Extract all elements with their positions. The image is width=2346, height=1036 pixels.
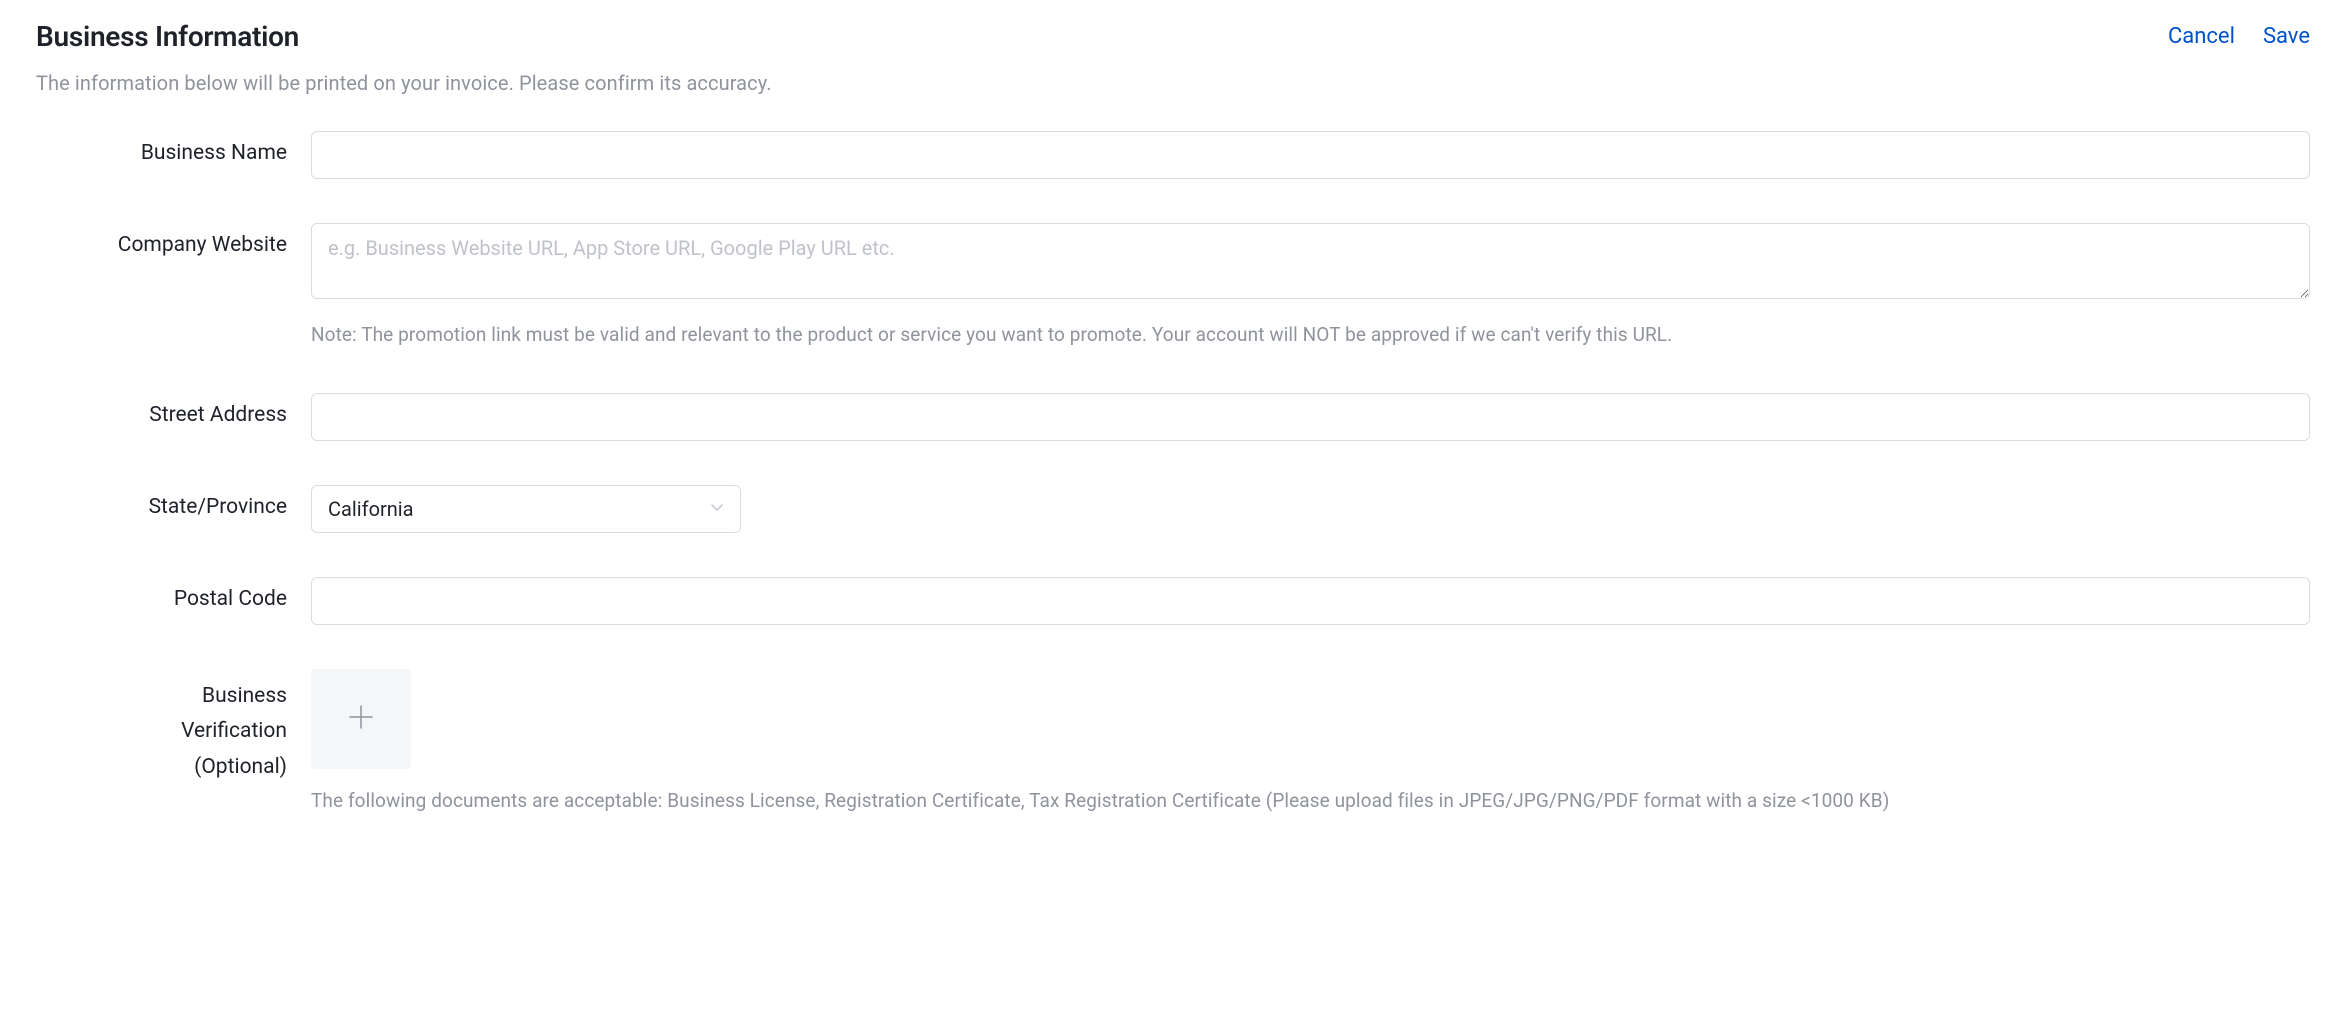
upload-button[interactable] (311, 669, 411, 769)
postal-code-input[interactable] (311, 577, 2310, 625)
label-business-verification-line1: Business (202, 679, 287, 715)
row-postal-code: Postal Code (36, 577, 2310, 625)
label-state-province: State/Province (36, 485, 311, 519)
label-business-verification: Business Verification (Optional) (36, 679, 287, 786)
company-website-input[interactable] (311, 223, 2310, 299)
label-business-verification-line2: Verification (181, 714, 287, 750)
header-row: Business Information Cancel Save (36, 20, 2310, 53)
street-address-input[interactable] (311, 393, 2310, 441)
page-title: Business Information (36, 20, 299, 53)
label-company-website: Company Website (36, 223, 311, 257)
row-company-website: Company Website Note: The promotion link… (36, 223, 2310, 349)
page-subtitle: The information below will be printed on… (36, 71, 2310, 95)
row-business-verification: Business Verification (Optional) The fol… (36, 669, 2310, 815)
header-actions: Cancel Save (2168, 24, 2310, 49)
row-street-address: Street Address (36, 393, 2310, 441)
company-website-note: Note: The promotion link must be valid a… (311, 321, 2310, 349)
save-button[interactable]: Save (2263, 24, 2310, 49)
label-business-name: Business Name (36, 131, 311, 165)
business-verification-note: The following documents are acceptable: … (311, 787, 2310, 815)
label-street-address: Street Address (36, 393, 311, 427)
state-province-selected-value: California (328, 497, 414, 521)
row-state-province: State/Province California (36, 485, 2310, 533)
label-business-verification-line3: (Optional) (194, 750, 287, 786)
row-business-name: Business Name (36, 131, 2310, 179)
state-province-select[interactable]: California (311, 485, 741, 533)
cancel-button[interactable]: Cancel (2168, 24, 2235, 49)
business-name-input[interactable] (311, 131, 2310, 179)
label-postal-code: Postal Code (36, 577, 311, 611)
plus-icon (346, 702, 376, 736)
